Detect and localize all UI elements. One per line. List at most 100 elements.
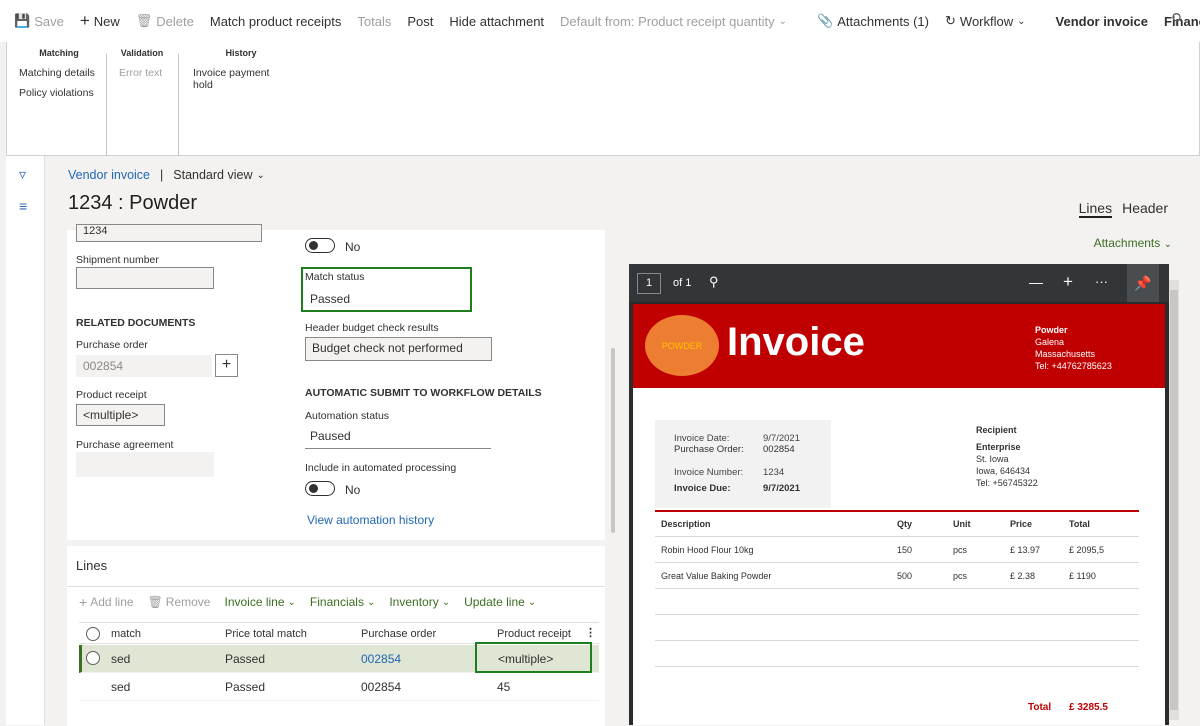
workflow-button[interactable]: ↻ Workflow ⌄ bbox=[945, 13, 1030, 29]
sender-address: Powder Galena Massachusetts Tel: +447627… bbox=[1035, 325, 1112, 371]
related-documents-heading: RELATED DOCUMENTS bbox=[76, 317, 196, 329]
tab-vendor-invoice[interactable]: Vendor invoice bbox=[1056, 14, 1148, 29]
ribbon-group-validation: Validation Error text bbox=[119, 48, 165, 87]
column-header[interactable]: Purchase order bbox=[361, 628, 436, 640]
divider bbox=[67, 586, 605, 587]
pin-icon[interactable]: 📌 bbox=[1127, 264, 1159, 302]
view-automation-history-link[interactable]: View automation history bbox=[307, 513, 434, 527]
update-line-menu[interactable]: Update line ⌄ bbox=[464, 595, 536, 609]
table-row[interactable]: sed Passed 002854 45 bbox=[79, 673, 599, 701]
delete-button[interactable]: 🗑 Delete bbox=[136, 13, 194, 29]
invoice-payment-hold-link[interactable]: Invoice payment hold bbox=[193, 67, 289, 91]
more-options-icon[interactable]: ··· bbox=[1095, 274, 1108, 289]
breadcrumb-link[interactable]: Vendor invoice bbox=[68, 168, 150, 182]
shipment-number-field[interactable] bbox=[76, 267, 214, 289]
purchase-order-link[interactable]: 002854 bbox=[361, 652, 401, 666]
page-number-input[interactable]: 1 bbox=[637, 273, 661, 294]
select-all-radio[interactable] bbox=[86, 627, 100, 641]
workflow-icon: ↻ bbox=[945, 13, 956, 28]
remove-button[interactable]: 🗑 Remove bbox=[148, 595, 211, 609]
default-from-dropdown[interactable]: Default from: Product receipt quantity ⌄ bbox=[560, 14, 791, 29]
toggle-switch[interactable] bbox=[305, 481, 335, 496]
viewer-scrollbar[interactable] bbox=[1169, 280, 1179, 720]
match-status-value: Passed bbox=[310, 292, 351, 306]
table-top-rule bbox=[655, 510, 1139, 512]
table-rule bbox=[655, 536, 1139, 537]
filter-icon[interactable]: ▿ bbox=[19, 166, 26, 183]
purchase-order-field[interactable]: 002854 bbox=[76, 355, 212, 377]
include-automated-label: Include in automated processing bbox=[305, 462, 457, 474]
column-header[interactable]: Product receipt bbox=[497, 628, 571, 640]
chevron-down-icon: ⌄ bbox=[527, 596, 537, 608]
matching-details-link[interactable]: Matching details bbox=[19, 67, 99, 79]
navigation-rail: ▿ ≡ bbox=[6, 156, 45, 725]
ribbon-divider bbox=[178, 54, 179, 172]
financials-menu[interactable]: Financials ⌄ bbox=[310, 595, 375, 609]
tab-lines[interactable]: Lines bbox=[1078, 200, 1113, 218]
view-selector[interactable]: Standard view bbox=[173, 168, 252, 182]
hide-attachment-button[interactable]: Hide attachment bbox=[449, 14, 544, 29]
inventory-menu[interactable]: Inventory ⌄ bbox=[389, 595, 450, 609]
lines-title: Lines bbox=[76, 558, 108, 573]
automation-status-field[interactable]: Paused bbox=[305, 427, 491, 449]
totals-button[interactable]: Totals bbox=[357, 14, 391, 29]
table-row[interactable]: sed Passed 002854 <multiple> bbox=[79, 642, 599, 673]
purchase-order-label: Purchase order bbox=[76, 339, 148, 351]
chevron-down-icon: ⌄ bbox=[287, 596, 296, 608]
product-receipt-field[interactable]: <multiple> bbox=[76, 404, 165, 426]
attachments-button[interactable]: 📎 Attachments (1) bbox=[817, 13, 929, 29]
purchase-agreement-label: Purchase agreement bbox=[76, 439, 174, 451]
paperclip-icon: 📎 bbox=[817, 13, 834, 28]
column-header[interactable]: Price total match bbox=[225, 628, 307, 640]
save-button[interactable]: 💾 Save bbox=[14, 13, 64, 29]
plus-icon: + bbox=[79, 594, 88, 610]
automation-status-label: Automation status bbox=[305, 410, 390, 422]
ribbon-divider bbox=[106, 54, 107, 172]
add-purchase-order-button[interactable]: + bbox=[215, 354, 238, 377]
page-title: 1234 : Powder bbox=[68, 192, 197, 214]
recipient-block: Recipient Enterprise St. Iowa Iowa, 6464… bbox=[976, 425, 1038, 488]
total-value: £ 3285.5 bbox=[1069, 702, 1108, 713]
breadcrumb: Vendor invoice | Standard view ⌄ bbox=[68, 168, 265, 182]
zoom-out-icon[interactable]: — bbox=[1029, 274, 1043, 290]
chevron-down-icon: ⌄ bbox=[256, 169, 265, 181]
row-select-radio[interactable] bbox=[86, 651, 100, 665]
chevron-down-icon: ⌄ bbox=[1017, 15, 1026, 27]
more-options-icon[interactable]: ⋮ bbox=[585, 626, 596, 639]
scrollbar-thumb[interactable] bbox=[1170, 290, 1178, 710]
post-button[interactable]: Post bbox=[407, 14, 433, 29]
shipment-number-label: Shipment number bbox=[76, 254, 159, 266]
invoice-line-menu[interactable]: Invoice line ⌄ bbox=[224, 595, 295, 609]
attachments-toggle[interactable]: Attachments ⌄ bbox=[1094, 236, 1172, 250]
toggle-switch[interactable] bbox=[305, 238, 335, 253]
chevron-down-icon: ⌄ bbox=[1163, 239, 1172, 250]
chevron-down-icon: ⌄ bbox=[366, 596, 376, 608]
budget-check-field[interactable]: Budget check not performed bbox=[305, 337, 492, 361]
table-rule bbox=[655, 666, 1139, 667]
lines-card: Lines + Add line 🗑 Remove Invoice line ⌄ Fi… bbox=[67, 546, 605, 726]
search-icon[interactable]: ⚲ bbox=[709, 274, 719, 290]
purchase-agreement-field[interactable] bbox=[76, 452, 214, 477]
ribbon-panel: Matching Matching details Policy violati… bbox=[6, 42, 1200, 172]
new-button[interactable]: + New bbox=[80, 11, 120, 31]
zoom-in-icon[interactable]: + bbox=[1063, 272, 1073, 292]
ribbon-group-history: History Invoice payment hold bbox=[193, 48, 289, 99]
tab-financials[interactable]: Financials bbox=[1164, 14, 1200, 29]
chevron-down-icon: ⌄ bbox=[778, 15, 788, 27]
page-count: of 1 bbox=[673, 277, 692, 289]
column-header[interactable]: match bbox=[111, 628, 141, 640]
automatic-submit-heading: AUTOMATIC SUBMIT TO WORKFLOW DETAILS bbox=[305, 387, 542, 399]
viewer-toolbar: 1 of 1 ⚲ — + ··· 📌 bbox=[629, 264, 1169, 302]
add-line-button[interactable]: + Add line bbox=[79, 594, 134, 610]
action-pane: 💾 Save + New 🗑 Delete Match product receipt… bbox=[0, 0, 1200, 42]
match-product-receipts-button[interactable]: Match product receipts bbox=[210, 14, 342, 29]
chevron-down-icon: ⌄ bbox=[441, 596, 451, 608]
policy-violations-link[interactable]: Policy violations bbox=[19, 87, 99, 99]
menu-icon[interactable]: ≡ bbox=[19, 198, 27, 214]
tab-header[interactable]: Header bbox=[1122, 200, 1168, 218]
error-text-link[interactable]: Error text bbox=[119, 67, 165, 79]
view-tabs: Lines Header bbox=[1078, 200, 1168, 218]
search-icon[interactable]: ⚲ bbox=[1171, 10, 1182, 28]
form-scrollbar[interactable] bbox=[611, 348, 615, 533]
invoice-number-field[interactable]: 1234 bbox=[76, 224, 262, 242]
